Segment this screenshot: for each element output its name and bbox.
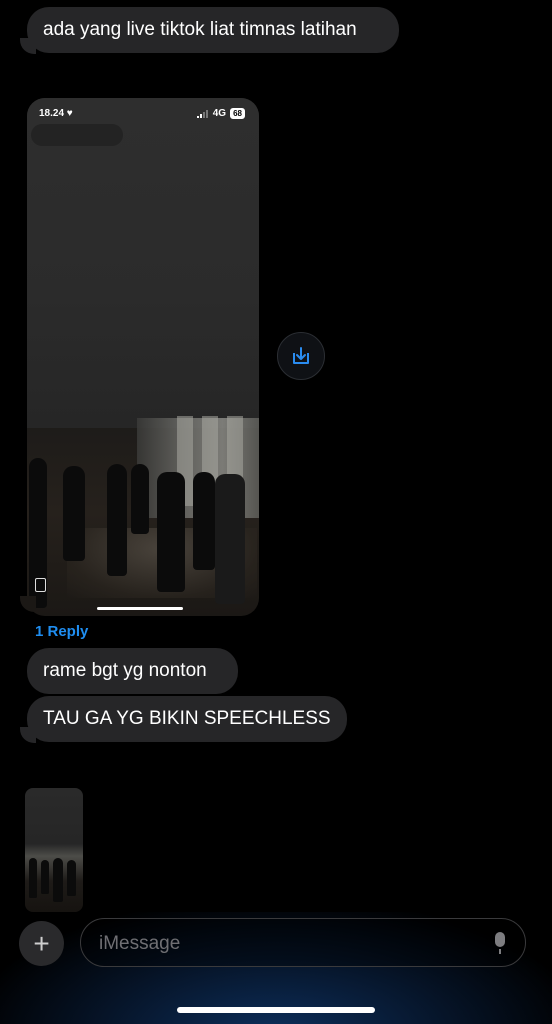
save-to-photos-button[interactable] [277,332,325,380]
video-frame-person [215,474,245,604]
video-thumbnail[interactable] [25,788,83,912]
message-bubble[interactable]: TAU GA YG BIKIN SPEECHLESS [27,696,347,742]
video-frame-person [41,860,49,894]
video-frame-person [131,464,149,534]
video-frame-person [157,472,185,592]
network-label: 4G [212,108,227,119]
video-frame-person [193,472,215,570]
message-text: TAU GA YG BIKIN SPEECHLESS [43,708,331,729]
status-time: 18.24 ♥ [39,108,73,119]
video-home-indicator [97,607,183,610]
message-text: ada yang live tiktok liat timnas latihan [43,19,357,40]
plus-icon: + [33,927,50,959]
video-frame-ceiling [27,98,259,428]
message-text: rame bgt yg nonton [43,660,207,681]
bubble-tail [20,596,36,612]
status-bar: 18.24 ♥ 4G 68 [37,106,249,122]
blurred-notification [31,124,123,146]
video-frame-person [67,860,76,896]
video-frame-person [29,858,37,898]
message-bubble[interactable]: ada yang live tiktok liat timnas latihan [27,7,399,53]
download-icon [293,347,309,364]
microphone-icon[interactable] [495,932,505,947]
reply-count-link[interactable]: 1 Reply [35,623,88,640]
microphone-stand [499,949,501,954]
message-bubble[interactable]: rame bgt yg nonton [27,648,238,694]
add-attachment-button[interactable]: + [19,921,64,966]
home-indicator [177,1007,375,1013]
document-icon [35,578,46,592]
video-frame-person [53,858,63,902]
video-frame-person [63,466,85,561]
video-message[interactable]: 18.24 ♥ 4G 68 [27,98,259,616]
bubble-tail [20,727,36,743]
message-input[interactable] [97,919,481,968]
status-indicators: 4G 68 [196,108,245,119]
bubble-tail [20,38,36,54]
signal-icon [196,109,208,118]
video-frame-person [107,464,127,576]
battery-icon: 68 [230,108,245,119]
message-input-container[interactable] [80,918,526,968]
